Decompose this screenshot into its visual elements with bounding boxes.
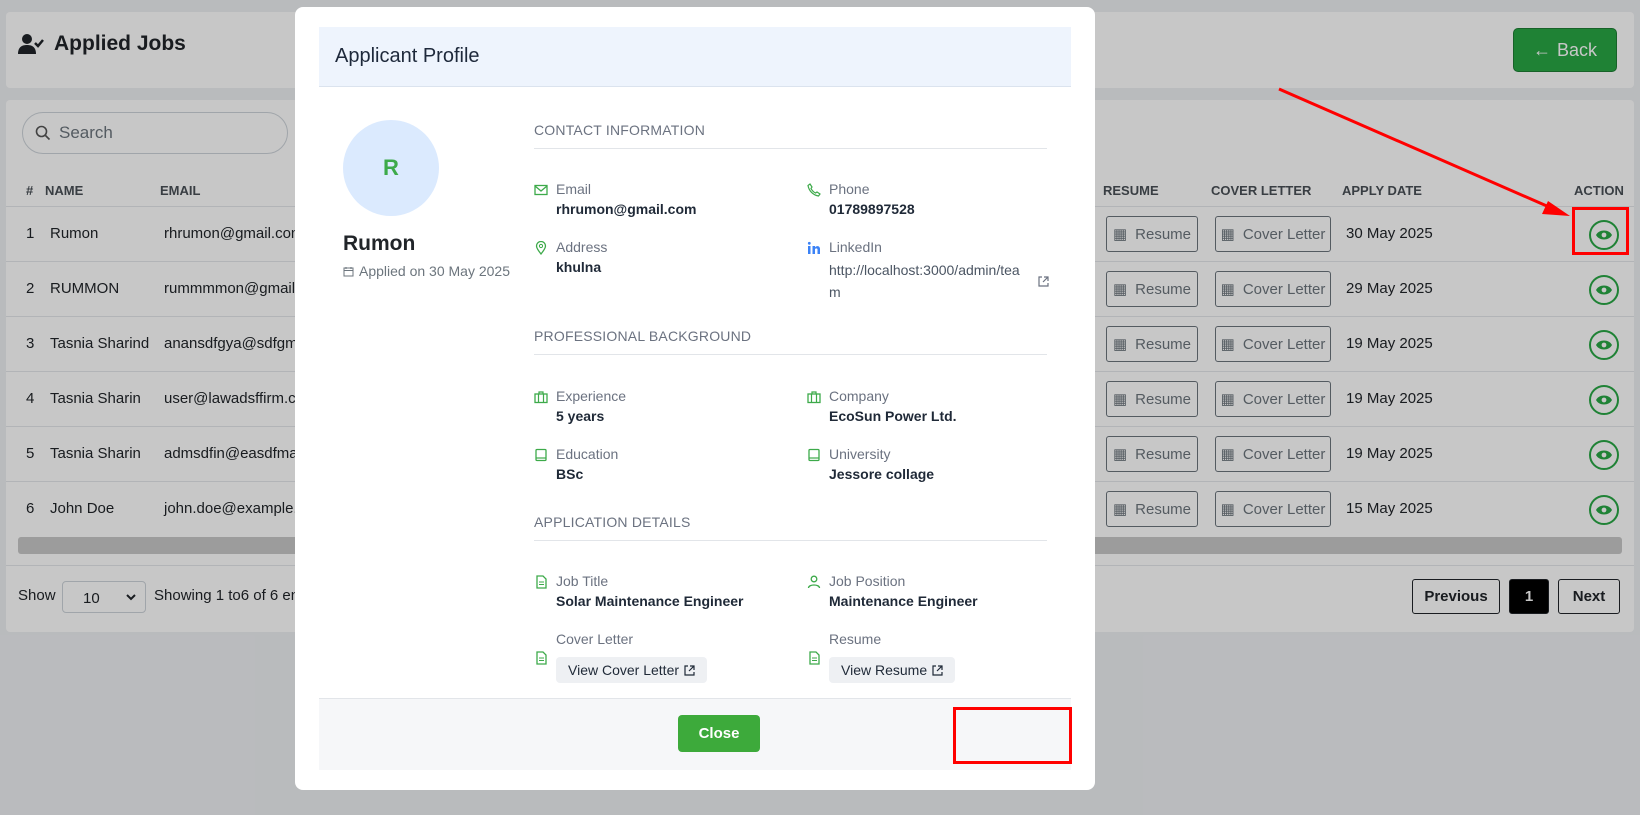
user-icon [807,575,821,589]
view-resume-button[interactable]: View Resume [829,657,956,683]
book-icon [808,448,820,462]
phone-field: Phone 01789897528 [807,181,915,217]
contact-heading: CONTACT INFORMATION [534,122,1047,149]
job-position-value: Maintenance Engineer [829,593,978,609]
applicant-name: Rumon [343,232,416,255]
external-link-icon [932,664,943,676]
external-link-icon[interactable] [1038,276,1049,287]
job-position-field: Job Position Maintenance Engineer [807,573,978,609]
experience-label: Experience [556,388,627,404]
address-value: khulna [556,259,602,275]
company-value: EcoSun Power Ltd. [829,408,957,424]
phone-label: Phone [829,181,870,197]
applied-date-text: Applied on 30 May 2025 [359,263,510,279]
linkedin-icon [807,241,820,254]
cover-letter-label: Cover Letter [556,631,634,647]
application-heading: APPLICATION DETAILS [534,514,1047,541]
close-highlight-box [953,707,1072,764]
applicant-profile-modal: Applicant Profile R Rumon Applied on 30 … [295,7,1095,790]
company-field: Company EcoSun Power Ltd. [807,388,957,424]
document-icon [809,651,820,665]
address-label: Address [556,239,608,255]
email-field: Email rhrumon@gmail.com [534,181,696,217]
university-label: University [829,446,891,462]
education-label: Education [556,446,619,462]
email-value: rhrumon@gmail.com [556,201,697,217]
document-icon [536,575,547,589]
action-highlight-box [1572,207,1629,255]
resume-field: Resume View Resume [807,631,956,683]
calendar-icon [343,266,354,276]
envelope-icon [534,184,548,196]
map-pin-icon [535,241,547,255]
linkedin-link[interactable]: http://localhost:3000/admin/team [829,259,1029,303]
book-icon [535,448,547,462]
external-link-icon [684,664,695,676]
professional-heading: PROFESSIONAL BACKGROUND [534,328,1047,355]
briefcase-icon [807,391,821,404]
phone-icon [807,183,821,197]
briefcase-icon [534,391,548,404]
education-value: BSc [556,466,584,482]
university-field: University Jessore collage [807,446,934,482]
view-cover-letter-button[interactable]: View Cover Letter [556,657,708,683]
job-title-value: Solar Maintenance Engineer [556,593,744,609]
view-cover-letter-label: View Cover Letter [568,662,680,678]
company-label: Company [829,388,889,404]
resume-label: Resume [829,631,882,647]
view-resume-label: View Resume [841,662,928,678]
experience-field: Experience 5 years [534,388,626,424]
linkedin-label: LinkedIn [829,239,882,255]
modal-title: Applicant Profile [319,27,1071,87]
job-title-field: Job Title Solar Maintenance Engineer [534,573,744,609]
linkedin-field: LinkedIn http://localhost:3000/admin/team [807,239,1029,303]
experience-value: 5 years [556,408,605,424]
applied-date: Applied on 30 May 2025 [343,263,510,279]
cover-letter-field: Cover Letter View Cover Letter [534,631,708,683]
avatar: R [343,120,439,216]
university-value: Jessore collage [829,466,935,482]
phone-value: 01789897528 [829,201,915,217]
close-button[interactable]: Close [678,715,760,752]
document-icon [536,651,547,665]
email-label: Email [556,181,592,197]
job-position-label: Job Position [829,573,906,589]
address-field: Address khulna [534,239,607,275]
education-field: Education BSc [534,446,618,482]
job-title-label: Job Title [556,573,609,589]
